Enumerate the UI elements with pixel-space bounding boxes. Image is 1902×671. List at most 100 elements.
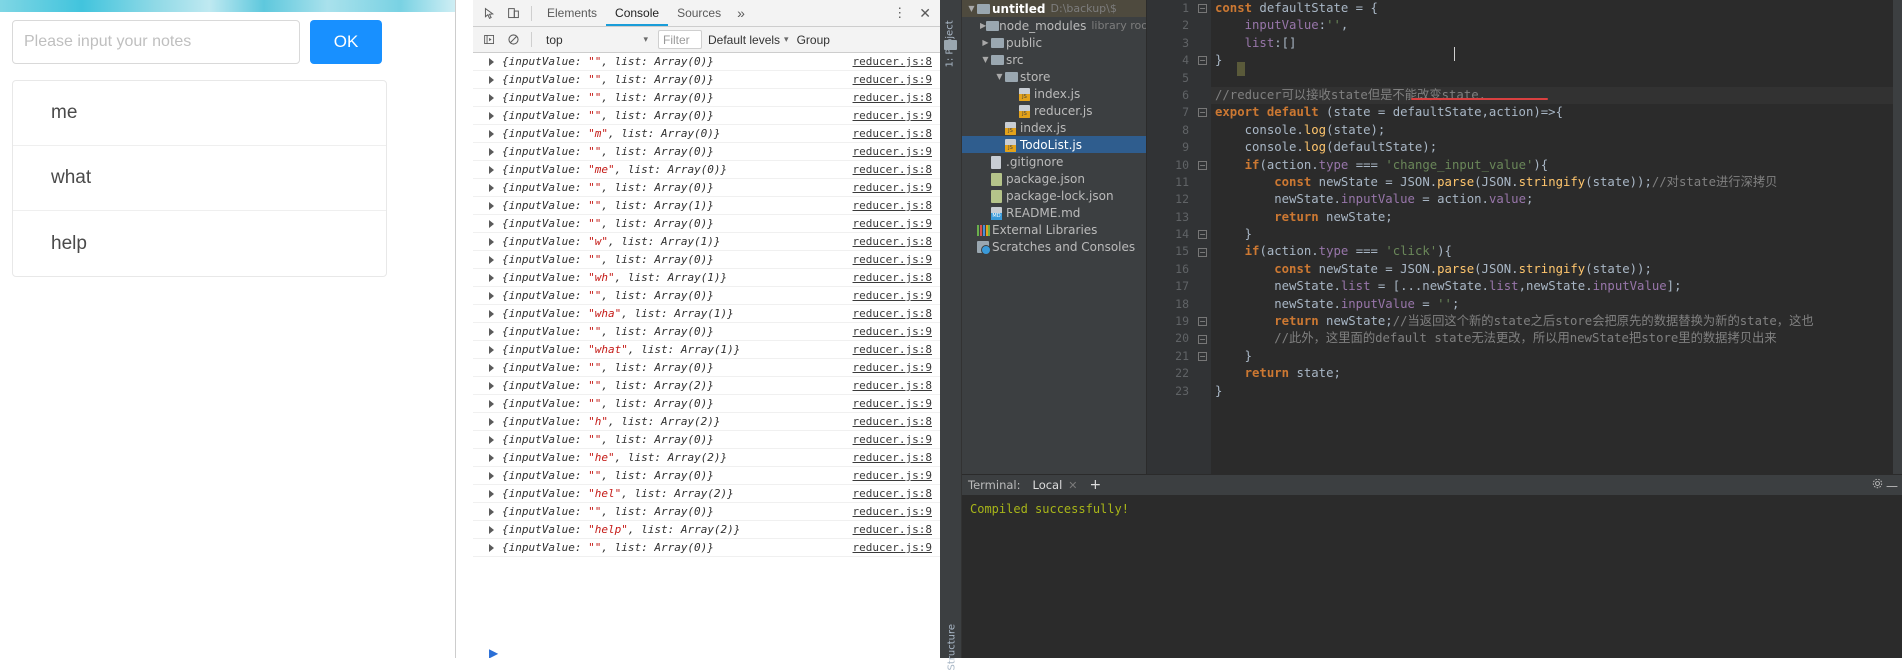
tree-node-src[interactable]: ▼ src xyxy=(962,51,1146,68)
tree-node-node-modules[interactable]: ▶node_moduleslibrary root xyxy=(962,17,1146,34)
console-source-link[interactable]: reducer.js:9 xyxy=(853,289,932,302)
code-line[interactable]: if(action.type === 'change_input_value')… xyxy=(1211,157,1902,174)
editor-vertical-scrollbar[interactable] xyxy=(1893,0,1902,474)
code-line[interactable]: console.log(defaultState); xyxy=(1211,139,1902,156)
code-line[interactable]: } xyxy=(1211,52,1902,69)
expand-triangle-icon[interactable] xyxy=(489,112,494,120)
console-source-link[interactable]: reducer.js:8 xyxy=(853,343,932,356)
inspect-element-icon[interactable] xyxy=(477,1,501,25)
code-fold-toggle[interactable]: − xyxy=(1198,160,1207,170)
console-source-link[interactable]: reducer.js:8 xyxy=(853,163,932,176)
code-line[interactable]: return newState; xyxy=(1211,209,1902,226)
console-log-row[interactable]: {inputValue: "", list: Array(0)} reducer.… xyxy=(473,71,940,89)
code-line[interactable]: newState.list = [...newState.list,newSta… xyxy=(1211,278,1902,295)
console-log-row[interactable]: {inputValue: "he", list: Array(2)} reduce… xyxy=(473,449,940,467)
console-log-row[interactable]: {inputValue: "", list: Array(0)} reducer.… xyxy=(473,323,940,341)
console-log-row[interactable]: {inputValue: "hel", list: Array(2)} reduc… xyxy=(473,485,940,503)
notes-input[interactable] xyxy=(12,20,300,64)
expand-triangle-icon[interactable] xyxy=(489,382,494,390)
expand-triangle-icon[interactable] xyxy=(489,400,494,408)
ok-button[interactable]: OK xyxy=(310,20,382,64)
console-log-row[interactable]: {inputValue: "", list: Array(2)} reducer.… xyxy=(473,377,940,395)
expand-triangle-icon[interactable] xyxy=(489,364,494,372)
console-source-link[interactable]: reducer.js:8 xyxy=(853,271,932,284)
code-content[interactable]: const defaultState = { inputValue:'', li… xyxy=(1211,0,1902,474)
tree-node-index-js[interactable]: index.js xyxy=(962,85,1146,102)
console-source-link[interactable]: reducer.js:9 xyxy=(853,469,932,482)
add-terminal-button[interactable]: + xyxy=(1090,478,1102,492)
log-levels-select[interactable]: Default levels ▾ xyxy=(708,33,789,47)
console-source-link[interactable]: reducer.js:8 xyxy=(853,379,932,392)
console-log-row[interactable]: {inputValue: "", list: Array(0)} reducer.… xyxy=(473,539,940,557)
code-line[interactable]: return newState;//当返回这个新的state之后store会把原… xyxy=(1211,313,1902,330)
expand-triangle-icon[interactable] xyxy=(489,130,494,138)
expand-triangle-icon[interactable] xyxy=(489,418,494,426)
console-source-link[interactable]: reducer.js:9 xyxy=(853,325,932,338)
terminal-output[interactable]: Compiled successfully! xyxy=(962,496,1902,658)
console-source-link[interactable]: reducer.js:8 xyxy=(853,55,932,68)
console-source-link[interactable]: reducer.js:9 xyxy=(853,433,932,446)
console-source-link[interactable]: reducer.js:9 xyxy=(853,217,932,230)
code-line[interactable]: list:[] xyxy=(1211,35,1902,52)
tree-node--gitignore[interactable]: .gitignore xyxy=(962,153,1146,170)
console-log-row[interactable]: {inputValue: "", list: Array(0)} reducer.… xyxy=(473,251,940,269)
expand-triangle-icon[interactable] xyxy=(489,310,494,318)
console-source-link[interactable]: reducer.js:9 xyxy=(853,253,932,266)
code-line[interactable]: } xyxy=(1211,348,1902,365)
console-source-link[interactable]: reducer.js:8 xyxy=(853,307,932,320)
expand-triangle-icon[interactable] xyxy=(489,220,494,228)
code-fold-toggle[interactable]: − xyxy=(1198,230,1207,240)
console-log-row[interactable]: {inputValue: "", list: Array(0)} reducer.… xyxy=(473,287,940,305)
tree-node-todolist-js[interactable]: TodoList.js xyxy=(962,136,1146,153)
terminal-tab-local[interactable]: Local ✕ xyxy=(1032,478,1077,492)
console-log-row[interactable]: {inputValue: "wha", list: Array(1)} reduc… xyxy=(473,305,940,323)
console-log-row[interactable]: {inputValue: "help", list: Array(2)} redu… xyxy=(473,521,940,539)
console-log-row[interactable]: {inputValue: "", list: Array(0)} reducer.… xyxy=(473,503,940,521)
console-source-link[interactable]: reducer.js:8 xyxy=(853,199,932,212)
code-line[interactable] xyxy=(1211,70,1902,87)
expand-triangle-icon[interactable] xyxy=(489,58,494,66)
code-fold-toggle[interactable]: − xyxy=(1198,4,1207,13)
console-log-row[interactable]: {inputValue: "wh", list: Array(1)} reduce… xyxy=(473,269,940,287)
console-source-link[interactable]: reducer.js:8 xyxy=(853,451,932,464)
code-line[interactable]: //reducer可以接收state但是不能改变state. xyxy=(1211,87,1902,104)
console-log-row[interactable]: {inputValue: "", list: Array(0)} reducer.… xyxy=(473,359,940,377)
console-source-link[interactable]: reducer.js:9 xyxy=(853,109,932,122)
console-source-link[interactable]: reducer.js:9 xyxy=(853,181,932,194)
tree-node-package-json[interactable]: package.json xyxy=(962,170,1146,187)
devtools-menu-icon[interactable]: ⋮ xyxy=(887,5,913,21)
console-log-row[interactable]: {inputValue: "me", list: Array(0)} reduce… xyxy=(473,161,940,179)
code-fold-toggle[interactable]: − xyxy=(1198,247,1207,257)
code-fold-toggle[interactable]: − xyxy=(1198,352,1207,361)
list-item[interactable]: help xyxy=(13,211,386,276)
console-log-row[interactable]: {inputValue: "", list: Array(0)} reducer.… xyxy=(473,53,940,71)
expand-triangle-icon[interactable] xyxy=(489,544,494,552)
device-toolbar-icon[interactable] xyxy=(501,1,525,25)
console-log-row[interactable]: {inputValue: "w", list: Array(1)} reducer… xyxy=(473,233,940,251)
tree-node-package-lock-json[interactable]: package-lock.json xyxy=(962,187,1146,204)
expand-triangle-icon[interactable] xyxy=(489,238,494,246)
code-line[interactable]: const defaultState = { xyxy=(1211,0,1902,17)
expand-triangle-icon[interactable] xyxy=(489,472,494,480)
close-icon[interactable]: ✕ xyxy=(913,5,937,22)
expand-triangle-icon[interactable] xyxy=(489,202,494,210)
console-log-row[interactable]: {inputValue: "", list: Array(0)} reducer.… xyxy=(473,107,940,125)
console-log-row[interactable]: {inputValue: "", list: Array(0)} reducer.… xyxy=(473,179,940,197)
code-fold-toggle[interactable]: − xyxy=(1198,334,1207,344)
expand-triangle-icon[interactable] xyxy=(489,148,494,156)
console-log-row[interactable]: {inputValue: "what", list: Array(1)} redu… xyxy=(473,341,940,359)
code-line[interactable]: console.log(state); xyxy=(1211,122,1902,139)
minimize-icon[interactable]: — xyxy=(1886,479,1898,493)
code-editor[interactable]: 1 2 3 4 5 6 7 8 9 10 11 12 13 14 15 16 17 18 19 20 21 22 23 − −… xyxy=(1147,0,1902,474)
console-source-link[interactable]: reducer.js:8 xyxy=(853,127,932,140)
chevron-down-icon[interactable]: ▼ xyxy=(980,55,991,64)
expand-triangle-icon[interactable] xyxy=(489,454,494,462)
console-log-row[interactable]: {inputValue: "", list: Array(0)} reducer.… xyxy=(473,431,940,449)
console-log-row[interactable]: {inputValue: "m", list: Array(0)} reducer… xyxy=(473,125,940,143)
chevron-down-icon[interactable]: ▼ xyxy=(994,72,1005,81)
execution-context-select[interactable]: top ▾ xyxy=(542,30,652,49)
expand-triangle-icon[interactable] xyxy=(489,184,494,192)
expand-triangle-icon[interactable] xyxy=(489,490,494,498)
code-line[interactable]: if(action.type === 'click'){ xyxy=(1211,243,1902,260)
code-line[interactable]: newState.inputValue = ''; xyxy=(1211,296,1902,313)
